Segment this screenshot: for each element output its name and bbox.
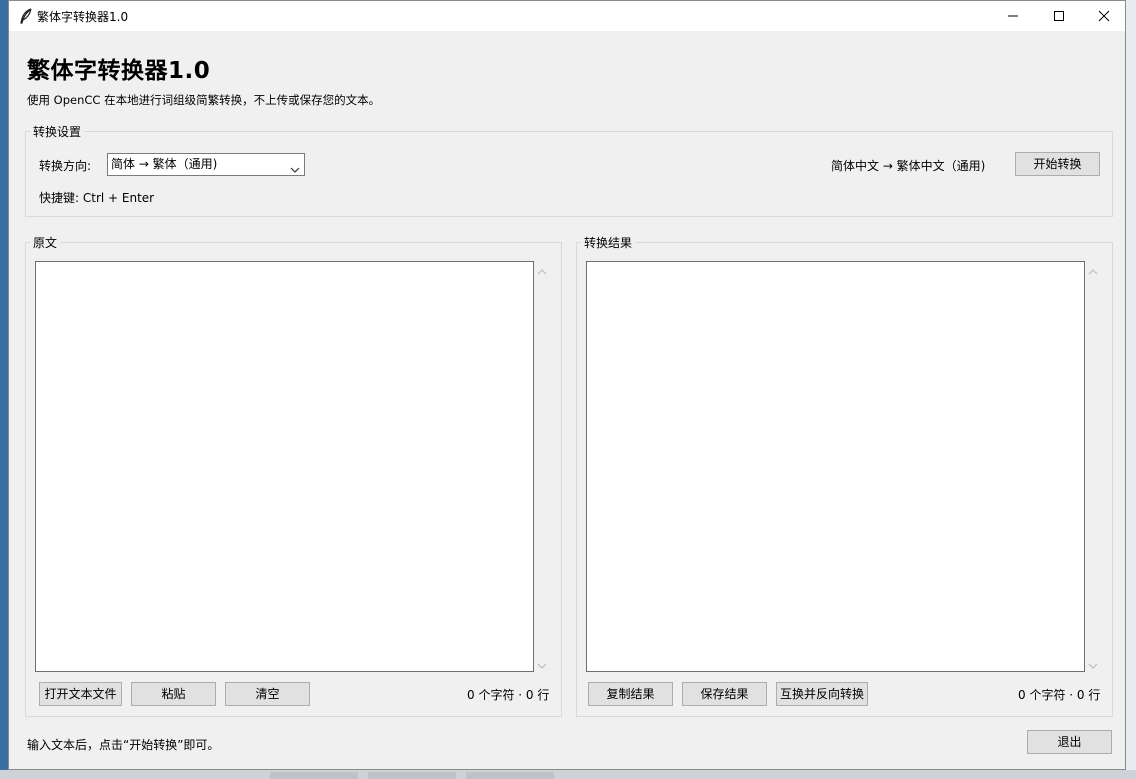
taskbar-item[interactable] — [270, 772, 358, 779]
source-scrollbar[interactable] — [534, 261, 551, 672]
title-bar[interactable]: 繁体字转换器1.0 — [9, 1, 1125, 31]
direction-summary: 简体中文 → 繁体中文（通用) — [831, 159, 986, 173]
minimize-icon — [1008, 15, 1018, 17]
close-icon — [1098, 10, 1110, 22]
source-legend: 原文 — [30, 234, 61, 251]
swap-reverse-button[interactable]: 互换并反向转换 — [776, 682, 868, 706]
clear-button[interactable]: 清空 — [225, 682, 310, 706]
taskbar-edge — [0, 770, 1136, 779]
feather-icon — [19, 8, 33, 24]
status-text: 输入文本后，点击“开始转换”即可。 — [27, 738, 220, 752]
taskbar-item[interactable] — [368, 772, 456, 779]
save-result-button[interactable]: 保存结果 — [682, 682, 767, 706]
page-subtitle: 使用 OpenCC 在本地进行词组级简繁转换，不上传或保存您的文本。 — [27, 93, 381, 107]
source-textarea[interactable] — [35, 261, 534, 672]
scroll-up-icon[interactable] — [537, 265, 547, 279]
shortcut-hint: 快捷键: Ctrl + Enter — [39, 191, 155, 205]
taskbar-item[interactable] — [466, 772, 554, 779]
close-button[interactable] — [1081, 1, 1127, 31]
open-file-button[interactable]: 打开文本文件 — [39, 682, 122, 706]
result-scrollbar[interactable] — [1085, 261, 1102, 672]
desktop-left-edge — [0, 0, 8, 779]
direction-select-value: 简体 → 繁体（通用) — [111, 157, 218, 171]
scroll-down-icon[interactable] — [537, 659, 547, 673]
scroll-up-icon[interactable] — [1088, 265, 1098, 279]
result-legend: 转换结果 — [581, 234, 636, 251]
convert-button[interactable]: 开始转换 — [1015, 152, 1100, 176]
maximize-icon — [1054, 11, 1064, 21]
desktop-right-edge — [1126, 0, 1136, 779]
window-title: 繁体字转换器1.0 — [37, 10, 129, 24]
app-window: 繁体字转换器1.0 繁体字转换器1.0 使用 OpenCC 在本地进行词组级简繁… — [8, 0, 1126, 770]
scroll-down-icon[interactable] — [1088, 659, 1098, 673]
chevron-down-icon — [290, 160, 300, 181]
maximize-button[interactable] — [1036, 1, 1082, 31]
copy-result-button[interactable]: 复制结果 — [588, 682, 673, 706]
paste-button[interactable]: 粘贴 — [131, 682, 216, 706]
settings-legend: 转换设置 — [30, 123, 85, 140]
page-title: 繁体字转换器1.0 — [27, 58, 211, 84]
result-char-count: 0 个字符 · 0 行 — [1018, 688, 1101, 702]
result-textarea[interactable] — [586, 261, 1085, 672]
direction-select[interactable]: 简体 → 繁体（通用) — [107, 153, 305, 176]
exit-button[interactable]: 退出 — [1027, 730, 1112, 754]
source-char-count: 0 个字符 · 0 行 — [467, 688, 550, 702]
minimize-button[interactable] — [990, 1, 1036, 31]
direction-label: 转换方向: — [39, 159, 92, 173]
